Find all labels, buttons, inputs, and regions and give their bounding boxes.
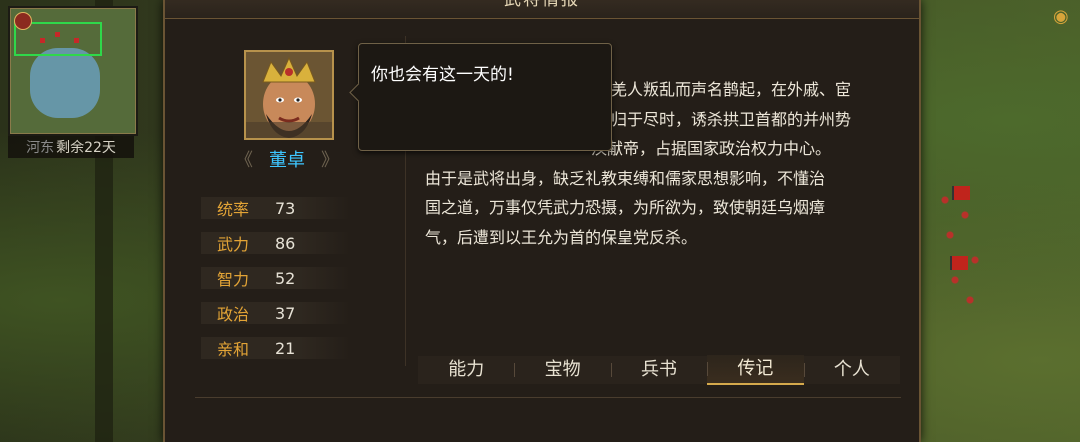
stat-label: 政治 xyxy=(217,305,250,324)
minimap-water xyxy=(30,48,100,118)
minimap-city-marker xyxy=(40,38,45,43)
army-flag-icon xyxy=(950,256,968,270)
minimap[interactable] xyxy=(8,6,138,136)
portrait-image xyxy=(246,52,332,138)
next-general-arrow-icon[interactable]: 》 xyxy=(321,146,339,172)
info-tabs: 能力 宝物 兵书 传记 个人 xyxy=(418,355,900,385)
army-units[interactable] xyxy=(925,180,995,320)
stat-value: 52 xyxy=(275,268,296,288)
region-status-bar: 河东 剩余22天 xyxy=(8,136,134,158)
minimap-city-marker xyxy=(55,32,60,37)
stat-label: 亲和 xyxy=(217,340,250,359)
signal-icon[interactable]: ◉ xyxy=(1053,6,1073,27)
stat-row-politics: 政治 37 xyxy=(201,302,351,324)
stat-value: 37 xyxy=(275,303,296,323)
prev-general-arrow-icon[interactable]: 《 xyxy=(235,146,253,172)
tab-ability[interactable]: 能力 xyxy=(418,356,514,384)
bio-line: 由于是武将出身，缺乏礼教束缚和儒家思想影响，不懂治 xyxy=(425,168,826,188)
quote-bubble: 你也会有这一天的! xyxy=(349,43,612,151)
army-flag-icon xyxy=(952,186,970,200)
stat-value: 73 xyxy=(275,198,296,218)
bio-line: 气，后遭到以王允为首的保皇党反杀。 xyxy=(425,227,698,247)
stat-label: 智力 xyxy=(217,270,250,289)
stat-label: 统率 xyxy=(217,200,250,219)
bottom-divider xyxy=(195,397,901,398)
general-name-selector: 《 董卓 》 xyxy=(235,147,339,171)
general-info-panel: 武将情报 《 董卓 》 统率 73 武力 86 智力 52 政治 37 亲和 2… xyxy=(163,0,921,442)
stat-row-leadership: 统率 73 xyxy=(201,197,351,219)
tab-military-book[interactable]: 兵书 xyxy=(610,356,707,384)
compass-icon[interactable] xyxy=(14,12,32,30)
general-portrait[interactable] xyxy=(244,50,334,140)
stat-label: 武力 xyxy=(217,235,250,254)
stat-row-strength: 武力 86 xyxy=(201,232,351,254)
tab-biography[interactable]: 传记 xyxy=(707,355,804,385)
panel-title: 武将情报 xyxy=(165,0,919,19)
days-remaining: 剩余22天 xyxy=(56,140,116,156)
general-quote: 你也会有这一天的! xyxy=(371,65,514,85)
stat-value: 21 xyxy=(275,338,296,358)
minimap-city-marker xyxy=(74,38,79,43)
stat-row-intelligence: 智力 52 xyxy=(201,267,351,289)
tab-personal[interactable]: 个人 xyxy=(803,356,900,384)
bio-line: 国之道，万事仅凭武力恐摄，为所欲为，致使朝廷乌烟瘴 xyxy=(425,198,826,217)
region-name: 河东 xyxy=(26,140,55,156)
tab-treasure[interactable]: 宝物 xyxy=(514,356,610,384)
stat-row-charm: 亲和 21 xyxy=(201,337,351,359)
general-name: 董卓 xyxy=(269,150,305,171)
stat-value: 86 xyxy=(275,233,296,253)
